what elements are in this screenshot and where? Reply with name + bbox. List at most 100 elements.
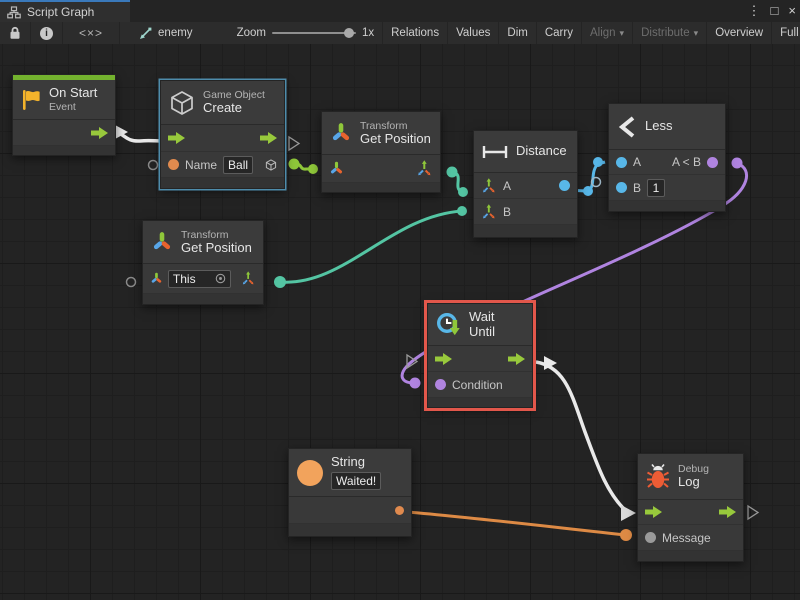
name-value-field[interactable]: Ball: [223, 156, 253, 174]
dim-button[interactable]: Dim: [499, 22, 536, 44]
node-debug-log[interactable]: Debug Log Message: [637, 453, 744, 562]
value-input-port[interactable]: [435, 379, 446, 390]
distance-icon: [482, 144, 508, 160]
port-label: Name: [185, 158, 217, 172]
game-object-output-port[interactable]: [265, 158, 277, 172]
target-value-field[interactable]: This: [168, 270, 231, 288]
node-footer: [428, 398, 532, 407]
zoom-control: Zoom 1x: [201, 22, 384, 44]
zoom-slider[interactable]: [272, 32, 356, 34]
node-footer: [322, 183, 440, 192]
vector3-input-port[interactable]: [481, 178, 497, 194]
node-distance[interactable]: Distance A B: [473, 130, 578, 238]
transform-input-port[interactable]: [329, 161, 344, 176]
node-title: String: [331, 455, 381, 470]
transform-input-port[interactable]: [150, 271, 163, 286]
script-graph-window: Script Graph ⋮ □ × i <×> enemy: [0, 0, 800, 600]
value-output-port[interactable]: [559, 180, 570, 191]
value-output-port[interactable]: [707, 157, 718, 168]
control-output-port[interactable]: [719, 506, 736, 518]
value-output-port[interactable]: [395, 506, 404, 515]
lock-icon: [9, 26, 21, 40]
values-button[interactable]: Values: [448, 22, 499, 44]
string-value-field[interactable]: Waited!: [331, 472, 381, 490]
node-title: Less: [645, 119, 672, 134]
node-footer: [474, 225, 577, 237]
node-string-literal[interactable]: String Waited!: [288, 448, 412, 537]
node-title: Get Position: [181, 241, 252, 256]
graph-pointer-icon: [138, 27, 152, 40]
node-wait-until[interactable]: Wait Until Condition: [427, 303, 533, 408]
node-on-start[interactable]: On Start Event: [12, 74, 116, 156]
value-input-port[interactable]: [616, 157, 627, 168]
node-title: Wait Until: [469, 310, 524, 340]
value-input-port[interactable]: [168, 159, 179, 170]
align-button[interactable]: Align▾: [582, 22, 633, 44]
transform-icon: [151, 231, 173, 253]
lock-button[interactable]: [0, 22, 31, 44]
code-toggle-icon: <×>: [79, 26, 103, 40]
node-less[interactable]: Less A A < B B 1: [608, 103, 726, 212]
carry-button[interactable]: Carry: [537, 22, 582, 44]
node-footer: [638, 551, 743, 561]
node-create-game-object[interactable]: Game Object Create Name Ball: [160, 80, 285, 189]
preview-code-button[interactable]: <×>: [63, 22, 120, 44]
transform-icon: [330, 122, 352, 144]
chevron-down-icon: ▾: [694, 28, 699, 39]
node-footer: [289, 524, 411, 536]
less-than-icon: [617, 115, 637, 139]
tab-title: Script Graph: [27, 5, 94, 19]
port-label: Message: [662, 531, 711, 545]
node-title: Distance: [516, 144, 567, 159]
distribute-button[interactable]: Distribute▾: [633, 22, 707, 44]
node-subtitle: Event: [49, 101, 97, 113]
window-menu-icon[interactable]: ⋮: [748, 0, 761, 22]
object-picker-icon[interactable]: [215, 273, 226, 284]
control-input-port[interactable]: [435, 353, 452, 365]
node-get-position-bottom[interactable]: Transform Get Position This: [142, 220, 264, 305]
string-icon: [297, 460, 323, 486]
window-maximize-icon[interactable]: □: [771, 0, 779, 22]
tab-script-graph[interactable]: Script Graph: [0, 0, 130, 22]
zoom-label: Zoom: [237, 27, 266, 39]
node-title: Get Position: [360, 132, 431, 147]
title-bar: Script Graph ⋮ □ ×: [0, 0, 800, 23]
node-title: On Start: [49, 86, 97, 101]
control-output-port[interactable]: [508, 353, 525, 365]
control-output-port[interactable]: [260, 132, 277, 144]
graph-hierarchy-icon: [7, 6, 21, 19]
node-footer: [13, 146, 115, 155]
inspect-button[interactable]: i: [31, 22, 63, 44]
flag-icon: [21, 89, 41, 111]
graph-toolbar: i <×> enemy Zoom 1x Relations Values Dim…: [0, 22, 800, 45]
vector3-input-port[interactable]: [481, 204, 497, 220]
graph-name: enemy: [158, 27, 193, 39]
port-label: Condition: [452, 378, 503, 392]
vector3-output-port[interactable]: [416, 160, 433, 177]
node-title: Create: [203, 101, 265, 116]
graph-breadcrumb[interactable]: enemy: [120, 22, 201, 44]
control-output-port[interactable]: [91, 127, 108, 139]
zoom-slider-handle[interactable]: [344, 28, 354, 38]
relations-button[interactable]: Relations: [383, 22, 448, 44]
port-label: A: [633, 155, 641, 169]
control-input-port[interactable]: [645, 506, 662, 518]
node-get-position-top[interactable]: Transform Get Position: [321, 111, 441, 193]
cube-icon: [169, 90, 195, 116]
port-label: B: [503, 205, 511, 219]
b-value-field[interactable]: 1: [647, 179, 665, 197]
node-subtitle: Transform: [360, 120, 431, 132]
value-input-port[interactable]: [616, 182, 627, 193]
value-input-port[interactable]: [645, 532, 656, 543]
overview-button[interactable]: Overview: [707, 22, 772, 44]
window-close-icon[interactable]: ×: [788, 0, 796, 22]
full-screen-button[interactable]: Full Screen: [772, 22, 800, 44]
control-input-port[interactable]: [168, 132, 185, 144]
port-label: A: [503, 179, 511, 193]
node-title: Log: [678, 475, 709, 490]
output-label: A < B: [672, 155, 701, 169]
port-label: B: [633, 181, 641, 195]
zoom-value: 1x: [362, 27, 374, 39]
vector3-output-port[interactable]: [241, 270, 256, 287]
node-footer: [161, 178, 284, 188]
